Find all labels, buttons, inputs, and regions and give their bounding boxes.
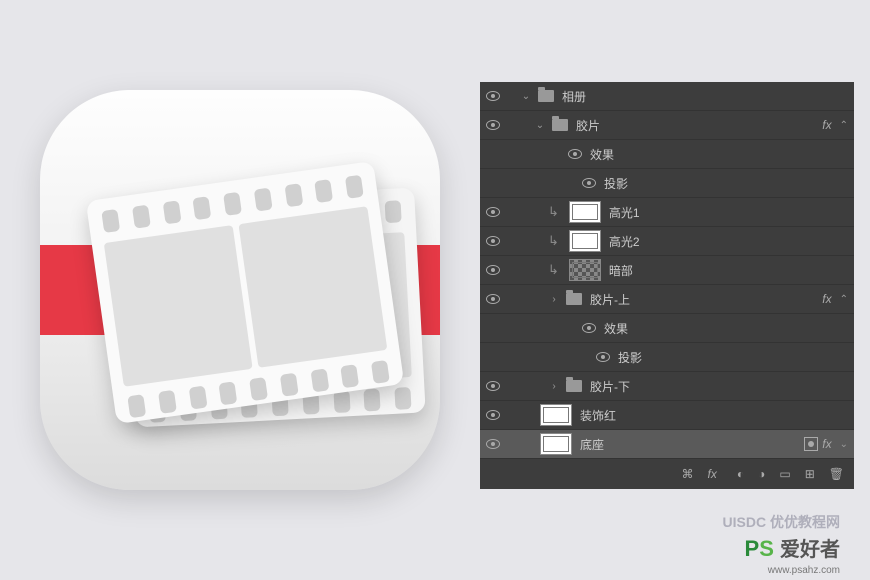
layers-panel: ⌄ 相册 ⌄ 胶片 fx ⌃ 效果 投影 ↳ 高光1 ↳ 高光2 [480, 82, 854, 489]
layer-name: 效果 [602, 320, 848, 337]
layer-name: 底座 [578, 436, 804, 453]
folder-icon [566, 293, 582, 305]
mask-icon[interactable] [804, 437, 818, 451]
chevron-up-icon[interactable]: ⌃ [840, 294, 848, 305]
expand-caret[interactable]: ⌄ [520, 91, 532, 102]
layer-dark[interactable]: ↳ 暗部 [480, 256, 854, 285]
folder-icon [552, 119, 568, 131]
visibility-toggle[interactable] [480, 207, 506, 217]
visibility-toggle[interactable] [590, 352, 616, 362]
layer-name: 高光2 [607, 233, 848, 250]
film-strip-top [86, 161, 404, 424]
layer-name: 投影 [602, 175, 848, 192]
visibility-toggle[interactable] [562, 149, 588, 159]
layer-group-film[interactable]: ⌄ 胶片 fx ⌃ [480, 111, 854, 140]
eye-icon [486, 410, 500, 420]
visibility-toggle[interactable] [576, 178, 602, 188]
layer-thumbnail[interactable] [569, 259, 601, 281]
layer-fx-shadow[interactable]: 投影 [480, 169, 854, 198]
layer-group-film-top[interactable]: › 胶片-上 fx ⌃ [480, 285, 854, 314]
layer-name: 高光1 [607, 204, 848, 221]
chevron-down-icon[interactable]: ⌄ [840, 439, 848, 450]
layer-fx-effects[interactable]: 效果 [480, 314, 854, 343]
visibility-toggle[interactable] [576, 323, 602, 333]
fx-menu-icon[interactable]: fx [708, 467, 717, 481]
eye-icon [568, 149, 582, 159]
folder-icon [566, 380, 582, 392]
layer-highlight2[interactable]: ↳ 高光2 [480, 227, 854, 256]
adjustment-icon[interactable]: ◑ [758, 467, 765, 481]
layer-name: 装饰红 [578, 407, 848, 424]
layer-group-photo[interactable]: ⌄ 相册 [480, 82, 854, 111]
icon-base [40, 90, 440, 490]
visibility-toggle[interactable] [480, 120, 506, 130]
layer-fx-effects[interactable]: 效果 [480, 140, 854, 169]
design-canvas [0, 0, 480, 580]
eye-icon [486, 236, 500, 246]
panel-bottom-toolbar: ⌘ fx ◐ ◑ ▭ ⊞ 🗑 [480, 459, 854, 489]
mask-button-icon[interactable]: ◐ [737, 467, 744, 481]
watermark-url: www.psahz.com [768, 565, 840, 576]
clip-icon: ↳ [548, 233, 559, 249]
layer-name: 效果 [588, 146, 848, 163]
layer-thumbnail[interactable] [569, 201, 601, 223]
watermark-uisdc: UISDC 优优教程网 [723, 512, 840, 532]
visibility-toggle[interactable] [480, 91, 506, 101]
visibility-toggle[interactable] [480, 294, 506, 304]
layer-base[interactable]: 底座 fx ⌄ [480, 430, 854, 459]
visibility-toggle[interactable] [480, 236, 506, 246]
clip-icon: ↳ [548, 204, 559, 220]
layer-name: 投影 [616, 349, 848, 366]
fx-badge: fx [822, 437, 831, 451]
eye-icon [486, 294, 500, 304]
layer-name: 相册 [560, 88, 848, 105]
visibility-toggle[interactable] [480, 439, 506, 449]
link-icon[interactable]: ⌘ [682, 467, 694, 481]
visibility-toggle[interactable] [480, 381, 506, 391]
expand-caret[interactable]: ⌄ [534, 120, 546, 131]
layer-name: 胶片-上 [588, 291, 822, 308]
fx-badge: fx [822, 118, 831, 132]
eye-icon [486, 120, 500, 130]
layer-thumbnail[interactable] [540, 404, 572, 426]
layer-thumbnail[interactable] [540, 433, 572, 455]
eye-icon [582, 178, 596, 188]
new-layer-icon[interactable]: ⊞ [805, 467, 815, 481]
layer-fx-shadow[interactable]: 投影 [480, 343, 854, 372]
visibility-toggle[interactable] [480, 265, 506, 275]
delete-icon[interactable]: 🗑 [829, 467, 844, 481]
watermark-psahz: PS 爱好者 [745, 533, 841, 562]
folder-icon [538, 90, 554, 102]
expand-caret[interactable]: › [548, 294, 560, 305]
new-group-icon[interactable]: ▭ [779, 467, 790, 481]
layer-highlight1[interactable]: ↳ 高光1 [480, 198, 854, 227]
eye-icon [486, 381, 500, 391]
layer-name: 暗部 [607, 262, 848, 279]
clip-icon: ↳ [548, 262, 559, 278]
eye-icon [486, 91, 500, 101]
chevron-up-icon[interactable]: ⌃ [840, 120, 848, 131]
layer-thumbnail[interactable] [569, 230, 601, 252]
eye-icon [596, 352, 610, 362]
eye-icon [486, 265, 500, 275]
layer-name: 胶片-下 [588, 378, 848, 395]
visibility-toggle[interactable] [480, 410, 506, 420]
eye-icon [582, 323, 596, 333]
layer-red-decoration[interactable]: 装饰红 [480, 401, 854, 430]
eye-icon [486, 207, 500, 217]
layer-name: 胶片 [574, 117, 822, 134]
eye-icon [486, 439, 500, 449]
fx-badge: fx [822, 292, 831, 306]
expand-caret[interactable]: › [548, 381, 560, 392]
layer-group-film-bottom[interactable]: › 胶片-下 [480, 372, 854, 401]
